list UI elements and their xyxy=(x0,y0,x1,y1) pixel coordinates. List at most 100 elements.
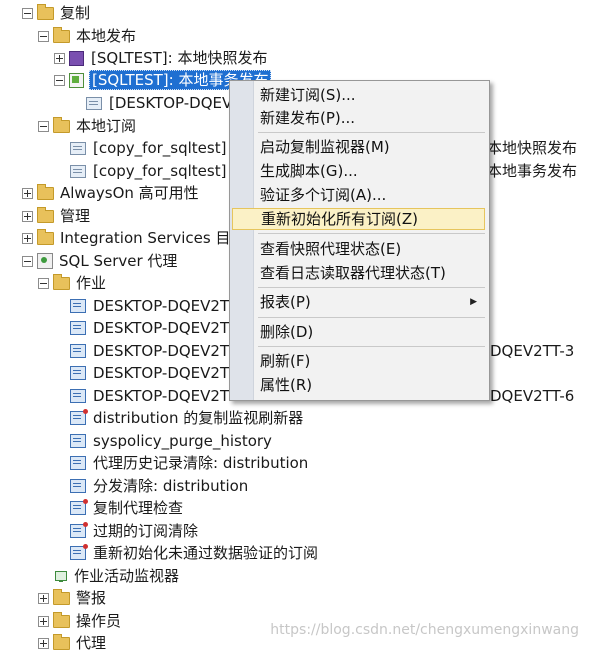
menu-item-validate-subscriptions[interactable]: 验证多个订阅(A)... xyxy=(232,184,485,206)
expand-icon[interactable] xyxy=(54,52,65,64)
collapse-icon[interactable] xyxy=(22,255,33,267)
expand-icon[interactable] xyxy=(22,187,33,199)
collapse-icon[interactable] xyxy=(38,277,49,289)
menu-item-view-snapshot-agent-status[interactable]: 查看快照代理状态(E) xyxy=(232,238,485,260)
tree-node-proxies[interactable]: 代理 xyxy=(38,632,108,654)
node-label: [SQLTEST]: 本地快照发布 xyxy=(91,49,268,67)
collapse-icon[interactable] xyxy=(38,30,49,42)
sql-agent-icon xyxy=(37,253,53,269)
node-label: 分发清除: distribution xyxy=(93,477,249,495)
menu-item-reinitialize-all[interactable]: 重新初始化所有订阅(Z) xyxy=(232,208,485,230)
menu-separator xyxy=(258,317,485,318)
node-label: 警报 xyxy=(76,589,107,607)
menu-separator xyxy=(258,233,485,234)
folder-icon xyxy=(37,206,54,223)
job-icon xyxy=(70,299,86,313)
tree-node-local-publications[interactable]: 本地发布 xyxy=(38,25,138,47)
node-label: 操作员 xyxy=(76,612,122,630)
subscription-icon xyxy=(70,141,86,155)
publication-icon xyxy=(69,72,84,88)
tree-node-job[interactable]: DESKTOP-DQEV2TT xyxy=(70,362,240,384)
node-label: 代理历史记录清除: distribution xyxy=(93,454,309,472)
node-label: AlwaysOn 高可用性 xyxy=(60,184,199,202)
node-label: 复制 xyxy=(60,4,91,22)
tree-node-job[interactable]: 重新初始化未通过数据验证的订阅 xyxy=(70,542,320,564)
tree-node-job-tail: DQEV2TT-3 xyxy=(488,340,576,362)
menu-item-launch-replication-monitor[interactable]: 启动复制监视器(M) xyxy=(232,136,485,158)
menu-item-properties[interactable]: 属性(R) xyxy=(232,374,485,396)
tree-node-alerts[interactable]: 警报 xyxy=(38,587,108,609)
job-icon xyxy=(70,321,86,335)
expand-icon[interactable] xyxy=(38,637,49,649)
tree-node-job[interactable]: 过期的订阅清除 xyxy=(70,520,200,542)
node-label: 代理 xyxy=(76,634,107,652)
job-icon xyxy=(70,544,88,560)
tree-node-subscription-1-tail: 本地快照发布 xyxy=(485,137,579,159)
tree-node-operators[interactable]: 操作员 xyxy=(38,610,123,632)
menu-item-generate-scripts[interactable]: 生成脚本(G)... xyxy=(232,160,485,182)
publication-icon xyxy=(69,50,84,66)
submenu-arrow-icon: ▶ xyxy=(470,297,477,307)
expand-icon[interactable] xyxy=(38,615,49,627)
tree-node-job[interactable]: 分发清除: distribution xyxy=(70,475,250,497)
expand-icon[interactable] xyxy=(22,232,33,244)
activity-monitor-icon xyxy=(54,569,68,583)
collapse-icon[interactable] xyxy=(38,120,49,132)
menu-separator xyxy=(258,132,485,133)
tree-node-job[interactable]: 复制代理检查 xyxy=(70,497,185,519)
tree-node-local-subscriptions[interactable]: 本地订阅 xyxy=(38,115,138,137)
menu-item-new-publication[interactable]: 新建发布(P)... xyxy=(232,107,485,129)
tree-node-job[interactable]: syspolicy_purge_history xyxy=(70,430,274,452)
folder-icon xyxy=(53,26,70,43)
node-label: DESKTOP-DQEV2TT xyxy=(93,364,239,382)
collapse-icon[interactable] xyxy=(22,7,33,19)
tree-node-replication[interactable]: 复制 xyxy=(22,2,92,24)
tree-node-alwayson[interactable]: AlwaysOn 高可用性 xyxy=(22,182,201,204)
folder-icon xyxy=(37,3,54,20)
node-label: 作业活动监视器 xyxy=(74,567,180,585)
menu-item-new-subscription[interactable]: 新建订阅(S)... xyxy=(232,84,485,106)
tree-node-job[interactable]: DESKTOP-DQEV2TT xyxy=(70,340,240,362)
tree-node-subscription-2-tail: 本地事务发布 xyxy=(485,160,579,182)
job-icon xyxy=(70,479,86,493)
node-label: [copy_for_sqltest] - xyxy=(93,139,237,157)
folder-icon xyxy=(53,633,70,650)
tree-node-job[interactable]: DESKTOP-DQEV2TT xyxy=(70,317,240,339)
tree-node-jobs[interactable]: 作业 xyxy=(38,272,108,294)
expand-icon[interactable] xyxy=(38,592,49,604)
tree-node-pub-snapshot[interactable]: [SQLTEST]: 本地快照发布 xyxy=(54,47,269,69)
tree-node-subscription-1[interactable]: [copy_for_sqltest] - xyxy=(70,137,239,159)
collapse-icon[interactable] xyxy=(54,74,65,86)
menu-item-refresh[interactable]: 刷新(F) xyxy=(232,350,485,372)
menu-item-label: 报表(P) xyxy=(260,293,311,311)
expand-icon[interactable] xyxy=(22,210,33,222)
tree-node-job-activity-monitor[interactable]: 作业活动监视器 xyxy=(54,565,181,587)
job-icon xyxy=(70,456,86,470)
tree-node-job[interactable]: distribution 的复制监视刷新器 xyxy=(70,407,305,429)
tree-node-integration-services[interactable]: Integration Services 目录 xyxy=(22,227,247,249)
node-label-tail: 本地事务发布 xyxy=(487,162,578,180)
job-icon xyxy=(70,522,88,538)
node-label: distribution 的复制监视刷新器 xyxy=(93,409,304,427)
menu-item-view-logreader-agent-status[interactable]: 查看日志读取器代理状态(T) xyxy=(232,262,485,284)
folder-icon xyxy=(53,273,70,290)
node-label: DESKTOP-DQEV2TT xyxy=(93,297,239,315)
tree-node-subscription-2[interactable]: [copy_for_sqltest] - xyxy=(70,160,239,182)
tree-node-management[interactable]: 管理 xyxy=(22,205,92,227)
tree-node-job[interactable]: DESKTOP-DQEV2TT xyxy=(70,385,240,407)
watermark: https://blog.csdn.net/chengxumengxinwang xyxy=(270,622,579,638)
tree-node-pub-subscription[interactable]: [DESKTOP-DQEV xyxy=(86,92,234,114)
folder-icon xyxy=(53,116,70,133)
tree-node-job[interactable]: 代理历史记录清除: distribution xyxy=(70,452,310,474)
job-icon xyxy=(70,434,86,448)
node-label: DESKTOP-DQEV2TT xyxy=(93,342,239,360)
folder-icon xyxy=(37,228,54,245)
menu-item-delete[interactable]: 删除(D) xyxy=(232,321,485,343)
tree-node-sql-agent[interactable]: SQL Server 代理 xyxy=(22,250,179,272)
node-label: [copy_for_sqltest] - xyxy=(93,162,237,180)
tree-node-job[interactable]: DESKTOP-DQEV2TT xyxy=(70,295,240,317)
job-icon xyxy=(70,366,86,380)
menu-item-reports[interactable]: 报表(P) ▶ xyxy=(232,291,485,313)
subscription-icon xyxy=(70,164,86,178)
node-label: 复制代理检查 xyxy=(93,499,184,517)
